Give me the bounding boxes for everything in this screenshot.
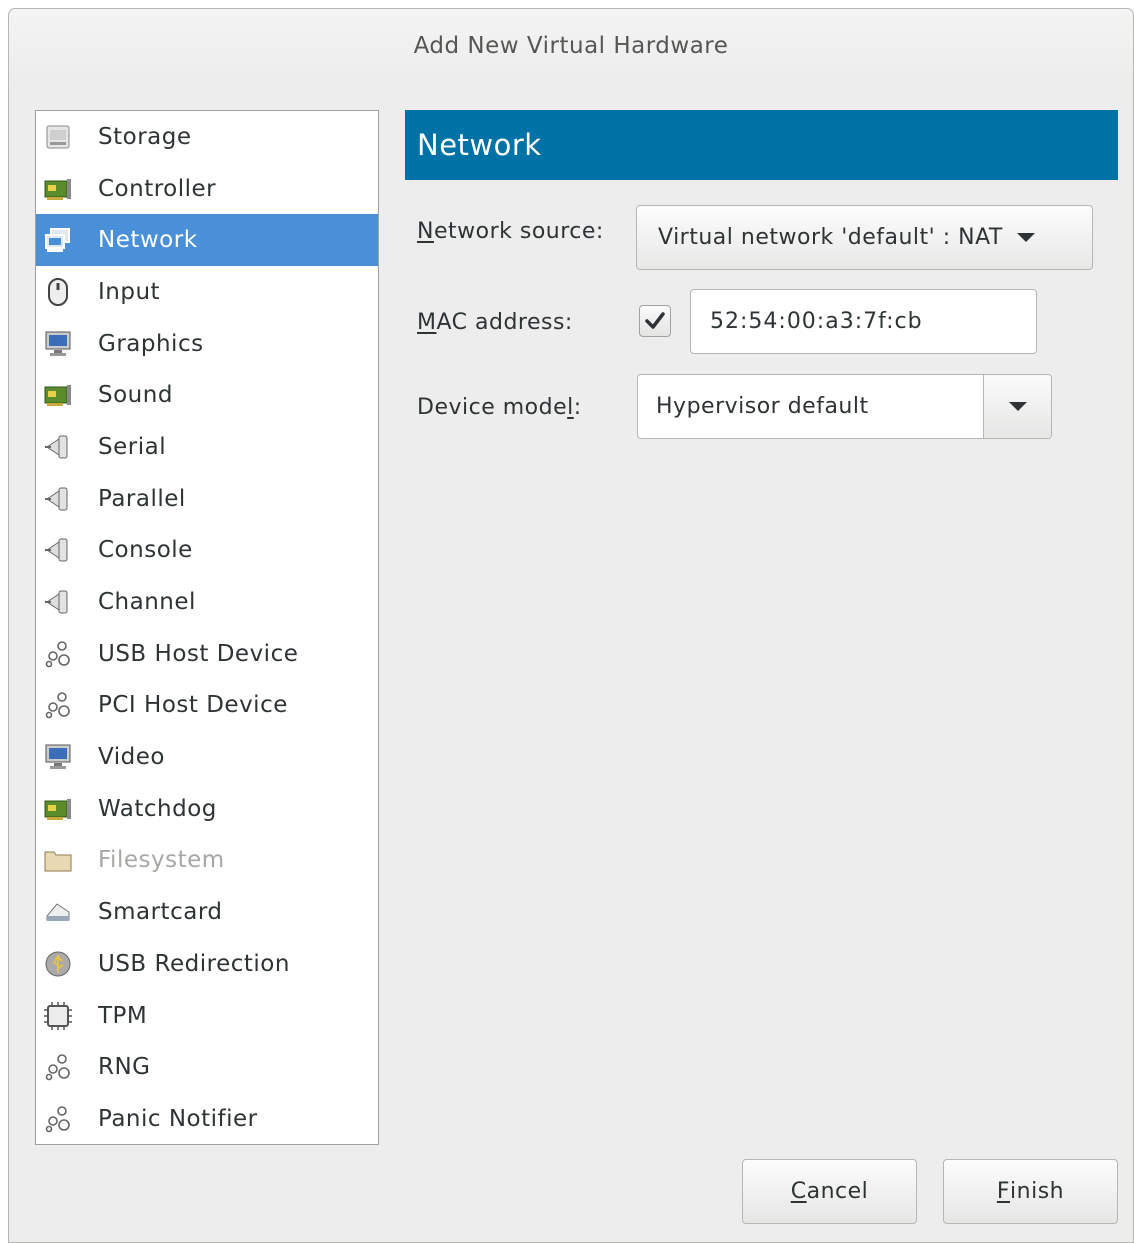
hardware-list-item-panic-notifier[interactable]: Panic Notifier [36, 1093, 378, 1145]
hardware-list-item-label: USB Redirection [98, 950, 290, 977]
hardware-list-item-sound[interactable]: Sound [36, 369, 378, 421]
parallel-port-icon [41, 482, 75, 516]
chip-icon [41, 999, 75, 1033]
hardware-list-item-rng[interactable]: RNG [36, 1041, 378, 1093]
hardware-list-item-parallel[interactable]: Parallel [36, 473, 378, 525]
hardware-list-item-label: Sound [98, 382, 173, 409]
device-model-dropdown-button[interactable] [983, 375, 1051, 438]
hardware-list-item-pci-host-device[interactable]: PCI Host Device [36, 680, 378, 732]
hardware-list-item-label: Console [98, 537, 193, 564]
hardware-list-item-usb-host-device[interactable]: USB Host Device [36, 628, 378, 680]
window-title: Add New Virtual Hardware [413, 33, 729, 59]
hardware-list-item-label: Storage [98, 123, 192, 150]
console-port-icon [41, 533, 75, 567]
hardware-list-item-smartcard[interactable]: Smartcard [36, 886, 378, 938]
mouse-icon [41, 275, 75, 309]
dropdown-arrow-icon [1016, 233, 1035, 242]
dropdown-arrow-icon [1008, 402, 1027, 411]
hardware-list-item-label: Watchdog [98, 795, 217, 822]
checkmark-icon [645, 312, 665, 329]
usb-redirection-icon [41, 947, 75, 981]
video-icon [41, 740, 75, 774]
serial-port-icon [41, 430, 75, 464]
hardware-list-item-label: Video [98, 744, 165, 771]
watchdog-card-icon [41, 792, 75, 826]
device-model-input[interactable]: Hypervisor default [638, 394, 983, 419]
hardware-list-item-label: Network [98, 227, 198, 254]
hardware-list-item-label: Filesystem [98, 847, 225, 874]
channel-port-icon [41, 585, 75, 619]
hardware-list-item-label: Graphics [98, 330, 204, 357]
hardware-list-item-filesystem[interactable]: Filesystem [36, 835, 378, 887]
hardware-list-item-label: PCI Host Device [98, 692, 288, 719]
hardware-list-item-usb-redirection[interactable]: USB Redirection [36, 938, 378, 990]
hardware-list-item-label: Input [98, 278, 161, 305]
folder-icon [41, 843, 75, 877]
panic-notifier-icon [41, 1102, 75, 1136]
device-model-label: Device model: [417, 395, 582, 420]
hardware-type-list: Storage Controller Network Input Graphics Sou… [35, 110, 379, 1145]
network-source-value: Virtual network 'default' : NAT [658, 225, 1003, 250]
monitor-icon [41, 327, 75, 361]
cancel-button[interactable]: Cancel [742, 1159, 917, 1224]
hardware-list-item-label: TPM [98, 1002, 148, 1029]
hardware-list-item-label: Channel [98, 589, 196, 616]
hardware-list-item-video[interactable]: Video [36, 731, 378, 783]
mac-address-input[interactable]: 52:54:00:a3:7f:cb [690, 289, 1037, 354]
title-bar[interactable]: Add New Virtual Hardware [9, 9, 1133, 89]
hardware-list-item-label: Parallel [98, 485, 186, 512]
controller-card-icon [41, 172, 75, 206]
hardware-list-item-channel[interactable]: Channel [36, 576, 378, 628]
storage-icon [41, 120, 75, 154]
mac-address-checkbox[interactable] [639, 305, 671, 337]
panel-header: Network [405, 110, 1118, 180]
hardware-list-item-label: Serial [98, 433, 167, 460]
smartcard-reader-icon [41, 895, 75, 929]
hardware-list-item-controller[interactable]: Controller [36, 163, 378, 215]
hardware-list-item-console[interactable]: Console [36, 525, 378, 577]
add-hardware-dialog: Add New Virtual Hardware Storage Controll… [8, 8, 1134, 1243]
hardware-list-item-network[interactable]: Network [36, 214, 378, 267]
hardware-list-item-graphics[interactable]: Graphics [36, 318, 378, 370]
hardware-list-item-label: RNG [98, 1054, 151, 1081]
hardware-list-item-storage[interactable]: Storage [36, 111, 378, 163]
network-icon [41, 223, 75, 257]
hardware-list-item-input[interactable]: Input [36, 266, 378, 318]
hardware-list-item-serial[interactable]: Serial [36, 421, 378, 473]
pci-host-device-icon [41, 688, 75, 722]
hardware-list-item-watchdog[interactable]: Watchdog [36, 783, 378, 835]
finish-button[interactable]: Finish [943, 1159, 1118, 1224]
mac-address-label: MAC address: [417, 310, 573, 335]
hardware-list-item-label: USB Host Device [98, 640, 299, 667]
rng-device-icon [41, 1050, 75, 1084]
hardware-list-item-tpm[interactable]: TPM [36, 990, 378, 1042]
hardware-list-item-label: Controller [98, 175, 217, 202]
sound-card-icon [41, 378, 75, 412]
network-source-label: Network source: [417, 219, 604, 244]
hardware-list-item-label: Smartcard [98, 899, 223, 926]
usb-host-device-icon [41, 637, 75, 671]
network-source-dropdown[interactable]: Virtual network 'default' : NAT [636, 205, 1093, 270]
device-model-combo[interactable]: Hypervisor default [637, 374, 1052, 439]
hardware-list-item-label: Panic Notifier [98, 1105, 258, 1132]
